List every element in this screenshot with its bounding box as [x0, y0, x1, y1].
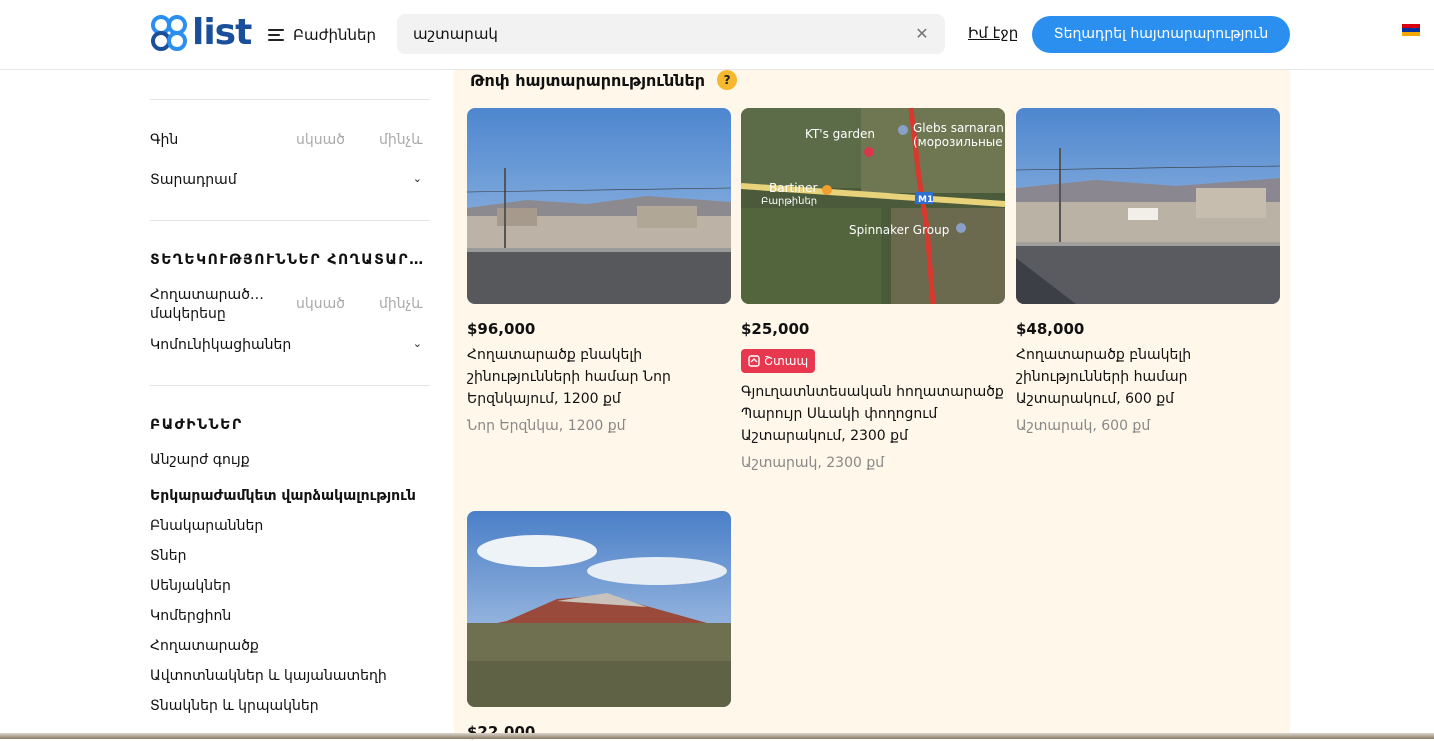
- map-label: KT's garden: [805, 127, 875, 141]
- map-label: (морозильные: [913, 135, 1003, 149]
- listing-description[interactable]: Գյուղատնտեսական հողատարածք Պարույր Սևակի…: [741, 381, 1005, 447]
- category-garages-parking[interactable]: Ավտոտնակներ և կայանատեղի: [150, 668, 387, 684]
- help-icon[interactable]: ?: [717, 70, 738, 90]
- listing-price: $25,000: [741, 320, 810, 338]
- land-area-label: Հողատարած… մակերեսը: [150, 287, 264, 322]
- listing-price: $96,000: [467, 320, 536, 338]
- listing-photo[interactable]: [1016, 108, 1280, 304]
- listing-photo[interactable]: [467, 511, 731, 707]
- land-area-from-input[interactable]: սկսած: [296, 296, 345, 312]
- header: list Բաժիններ ✕ Իմ էջը Տեղադրել հայտարար…: [0, 0, 1434, 70]
- top-listings-header: Թոփ հայտարարություններ ?: [470, 70, 738, 90]
- land-area-to-input[interactable]: մինչև: [379, 296, 423, 312]
- price-to-input[interactable]: մինչև: [379, 132, 423, 148]
- divider: [150, 99, 430, 100]
- category-apartments[interactable]: Բնակարաններ: [150, 518, 263, 534]
- post-ad-button[interactable]: Տեղադրել հայտարարություն: [1032, 16, 1290, 53]
- top-listings-panel: Թոփ հայտարարություններ ? $96,000 Հողատար…: [454, 70, 1290, 741]
- chevron-down-icon: ⌄: [412, 172, 422, 185]
- clear-search-icon[interactable]: ✕: [913, 25, 931, 43]
- category-long-term-rent[interactable]: Երկարաժամկետ վարձակալություն: [150, 488, 416, 504]
- bottom-edge: [0, 733, 1434, 739]
- map-label: M1: [918, 195, 933, 205]
- listing-card[interactable]: $96,000 Հողատարածք բնակելի շինություններ…: [467, 108, 731, 448]
- category-real-estate[interactable]: Անշարժ գույք: [150, 452, 250, 468]
- listing-location: Աշտարակ, 2300 քմ: [741, 455, 885, 471]
- category-land[interactable]: Հողատարածք: [150, 638, 259, 654]
- category-rooms[interactable]: Սենյակներ: [150, 578, 231, 594]
- listing-map-photo[interactable]: KT's garden Glebs sarnaran (морозильные …: [741, 108, 1005, 304]
- listing-card[interactable]: $48,000 Հողատարածք բնակելի շինություններ…: [1016, 108, 1280, 448]
- search-bar: ✕: [397, 14, 945, 54]
- price-filter: Գին սկսած մինչև: [150, 132, 430, 152]
- filter-sidebar: Գին սկսած մինչև Տարադրամ ⌄ ՏԵՂԵԿՈՒԹՅՈՒՆՆ…: [150, 70, 430, 739]
- land-area-filter: Հողատարած… մակերեսը սկսած մինչև: [150, 286, 430, 326]
- category-commercial[interactable]: Կոմերցիոն: [150, 608, 231, 624]
- map-label: Glebs sarnaran: [913, 121, 1004, 135]
- urgent-badge: Շտապ: [741, 349, 816, 373]
- currency-label: Տարադրամ: [150, 172, 237, 188]
- land-info-section-title: ՏԵՂԵԿՈՒԹՅՈՒՆՆԵՐ ՀՈՂԱՏԱՐԱԾՔԻ: [150, 252, 430, 268]
- map-label: Spinnaker Group: [849, 223, 949, 237]
- category-houses[interactable]: Տներ: [150, 548, 187, 564]
- listing-location: Նոր Երզնկա, 1200 քմ: [467, 418, 626, 434]
- my-page-link[interactable]: Իմ էջը: [968, 24, 1018, 42]
- listing-description[interactable]: Հողատարածք բնակելի շինությունների համար …: [467, 344, 731, 410]
- urgent-badge-label: Շտապ: [764, 354, 809, 368]
- chevron-down-icon: ⌄: [412, 337, 422, 350]
- listing-card[interactable]: KT's garden Glebs sarnaran (морозильные …: [741, 108, 1005, 478]
- menu-icon: [268, 29, 284, 41]
- logo[interactable]: list: [150, 12, 252, 53]
- currency-select[interactable]: Տարադրամ ⌄: [150, 172, 430, 192]
- search-input[interactable]: [397, 14, 897, 54]
- price-from-input[interactable]: սկսած: [296, 132, 345, 148]
- map-label: Բարթիներ: [761, 196, 817, 207]
- sections-label: Բաժիններ: [293, 26, 376, 44]
- language-flag-icon[interactable]: [1402, 24, 1420, 36]
- utilities-label: Կոմունիկացիաներ: [150, 337, 292, 353]
- price-label: Գին: [150, 132, 179, 148]
- listing-card[interactable]: $22,000: [467, 511, 731, 741]
- category-cabins-kiosks[interactable]: Տնակներ և կրպակներ: [150, 698, 319, 714]
- sections-menu-button[interactable]: Բաժիններ: [268, 22, 376, 48]
- listing-price: $48,000: [1016, 320, 1085, 338]
- listing-location: Աշտարակ, 600 քմ: [1016, 418, 1151, 434]
- divider: [150, 220, 430, 221]
- logo-text: list: [192, 12, 252, 53]
- listing-photo[interactable]: [467, 108, 731, 304]
- logo-clover-icon: [151, 15, 187, 51]
- utilities-select[interactable]: Կոմունիկացիաներ ⌄: [150, 337, 430, 357]
- urgent-icon: [748, 355, 760, 367]
- listing-description[interactable]: Հողատարածք բնակելի շինությունների համար …: [1016, 344, 1280, 410]
- top-listings-title: Թոփ հայտարարություններ: [470, 70, 706, 90]
- categories-title: ԲԱԺԻՆՆԵՐ: [150, 417, 243, 433]
- map-label: Bartiner: [769, 181, 818, 195]
- divider: [150, 385, 430, 386]
